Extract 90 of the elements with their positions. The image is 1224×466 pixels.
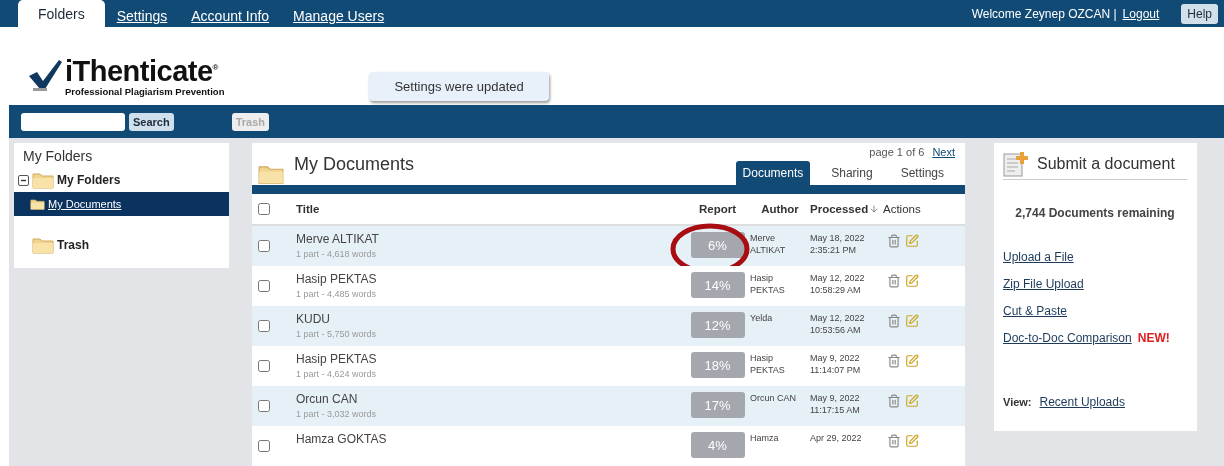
edit-icon[interactable] (905, 434, 919, 448)
nav-tab[interactable]: Settings (104, 5, 180, 27)
collapse-toggle[interactable] (18, 174, 29, 186)
document-title[interactable]: Hamza GOKTAS (296, 432, 685, 446)
search-button[interactable]: Search (129, 112, 174, 131)
author-text: Merve ALTIKAT (750, 232, 787, 256)
logo-text: iThenticate$^{®}$ (65, 53, 220, 86)
notice-message: Settings were updated (369, 72, 549, 101)
processed-date: May 12, 2022 (810, 272, 866, 284)
row-checkbox[interactable] (258, 280, 270, 292)
document-title[interactable]: Hasip PEKTAS (296, 352, 685, 366)
documents-tab[interactable]: Sharing (824, 161, 880, 185)
folder-icon (32, 171, 54, 189)
row-checkbox[interactable] (258, 400, 270, 412)
edit-icon[interactable] (905, 354, 919, 368)
row-checkbox[interactable] (258, 360, 270, 372)
folder-icon (258, 163, 284, 185)
view-label: View: (1003, 396, 1032, 408)
submit-link[interactable]: Zip File Upload (1003, 277, 1084, 291)
folder-item[interactable]: My Folders (57, 173, 121, 187)
checkmark-logo-icon (27, 57, 63, 92)
processed-time: 10:53:56 AM (810, 324, 862, 336)
panel-title: Submit a document (1037, 155, 1175, 173)
row-checkbox[interactable] (258, 320, 270, 332)
document-meta: 1 part - 3,032 words (296, 409, 378, 419)
help-button[interactable]: Help (1181, 3, 1218, 24)
document-meta: 1 part - 4,624 words (296, 369, 378, 379)
documents-remaining: 2,744 Documents remaining (1014, 206, 1176, 220)
trash-icon[interactable] (887, 274, 901, 288)
column-header[interactable]: Title (296, 203, 685, 215)
new-label: NEW! (1137, 331, 1170, 345)
document-meta: 1 part - 4,618 words (296, 249, 378, 259)
edit-icon[interactable] (905, 274, 919, 288)
logo-tagline: Professional Plagiarism Prevention (65, 85, 225, 97)
search-field[interactable] (21, 112, 125, 131)
edit-icon[interactable] (905, 314, 919, 328)
author-text: Hamza (750, 432, 780, 444)
next-link[interactable]: Next (932, 146, 955, 158)
trash-icon[interactable] (887, 234, 901, 248)
submit-link[interactable]: Cut & Paste (1003, 304, 1068, 318)
nav-tab[interactable]: Manage Users (281, 5, 397, 27)
author-text: Yelda (750, 312, 774, 324)
folder-icon (32, 236, 54, 254)
submit-link[interactable]: Upload a File (1003, 250, 1074, 264)
column-header[interactable]: Actions (883, 203, 965, 215)
column-header[interactable]: Processed (810, 203, 883, 215)
processed-date: May 18, 2022 (810, 232, 866, 244)
document-meta: 1 part - 4,485 words (296, 289, 378, 299)
processed-date: Apr 29, 2022 (810, 432, 863, 444)
processed-date: May 9, 2022 (810, 392, 861, 404)
select-all-checkbox[interactable] (258, 203, 270, 215)
document-title[interactable]: Hasip PEKTAS (296, 272, 685, 286)
folder-item[interactable]: Trash (57, 238, 89, 252)
document-title[interactable]: Orcun CAN (296, 392, 685, 406)
documents-tab[interactable]: Settings (893, 161, 951, 185)
processed-date: May 9, 2022 (810, 352, 861, 364)
nav-tab[interactable]: Folders (18, 0, 105, 27)
processed-time: 10:58:29 AM (810, 284, 862, 296)
edit-icon[interactable] (905, 394, 919, 408)
documents-tab[interactable]: Documents (735, 161, 811, 185)
processed-time: 2:35:21 PM (810, 244, 858, 256)
panel-title: My Folders (22, 148, 94, 166)
author-text: Hasip PEKTAS (750, 272, 786, 296)
document-title[interactable]: Merve ALTIKAT (296, 232, 685, 246)
welcome-text: Welcome Zeynep OZCAN | (971, 6, 1117, 21)
trash-icon[interactable] (887, 434, 901, 448)
page-count: page 1 of 6 (869, 146, 925, 158)
submit-link[interactable]: Doc-to-Doc Comparison (1003, 331, 1132, 345)
add-document-icon (1003, 151, 1029, 177)
column-header[interactable]: Report (685, 203, 750, 215)
author-text: Hasip PEKTAS (750, 352, 786, 376)
processed-date: May 12, 2022 (810, 312, 866, 324)
trash-icon[interactable] (887, 394, 901, 408)
edit-icon[interactable] (905, 234, 919, 248)
open-folder-icon (30, 198, 45, 210)
trash-icon[interactable] (887, 314, 901, 328)
processed-time: 11:17:15 AM (810, 404, 861, 416)
folder-item[interactable]: My Documents (48, 198, 122, 210)
document-meta: 1 part - 5,750 words (296, 329, 378, 339)
nav-tab[interactable]: Account Info (179, 5, 282, 27)
logout-link[interactable]: Logout (1122, 6, 1160, 21)
column-header[interactable]: Author (750, 203, 810, 215)
row-checkbox[interactable] (258, 440, 270, 452)
author-text: Orcun CAN (750, 392, 797, 404)
document-title[interactable]: KUDU (296, 312, 685, 326)
processed-time: 11:14:07 PM (810, 364, 862, 376)
recent-uploads-link[interactable]: Recent Uploads (1039, 395, 1125, 409)
row-checkbox[interactable] (258, 240, 270, 252)
trash-icon[interactable] (887, 354, 901, 368)
documents-title: My Documents (294, 154, 415, 175)
